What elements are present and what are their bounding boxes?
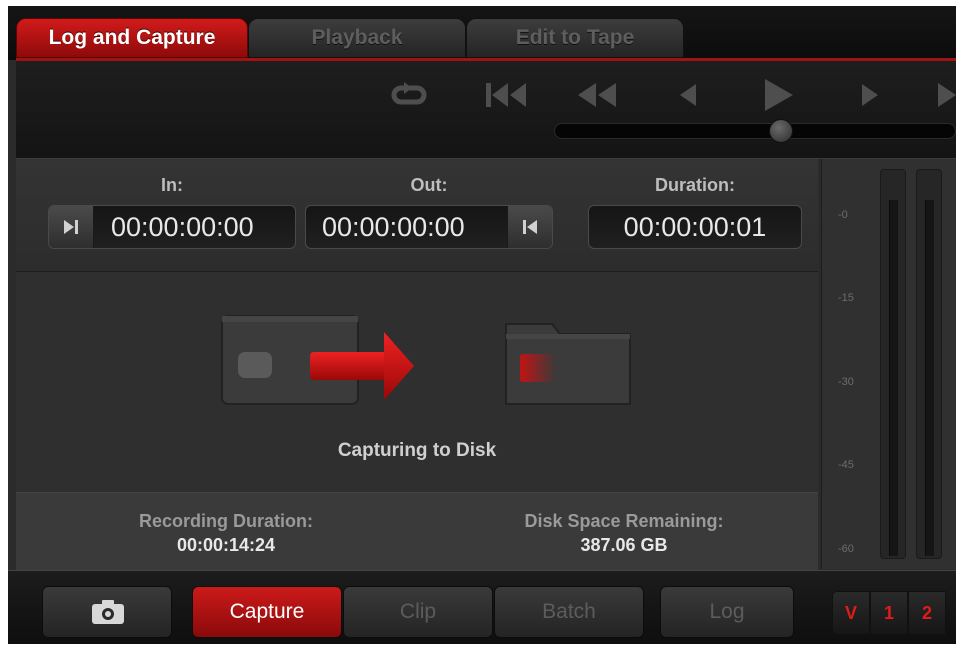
audio-meters: -0 -15 -30 -45 -60 — [821, 159, 956, 569]
jump-to-start-icon[interactable] — [482, 77, 532, 113]
camera-icon — [92, 600, 124, 624]
timecode-section: In: 00:00:00:00 Out: 00:00:00:00 Duratio… — [16, 159, 818, 272]
track-1-toggle[interactable]: 1 — [870, 591, 908, 635]
app-window: Log and Capture Playback Edit to Tape In… — [8, 6, 956, 644]
track-2-toggle[interactable]: 2 — [908, 591, 946, 635]
meter-scale-45: -45 — [838, 459, 854, 471]
meter-scale-30: -30 — [838, 376, 854, 388]
tab-log-and-capture[interactable]: Log and Capture — [16, 18, 248, 58]
tab-bar: Log and Capture Playback Edit to Tape — [8, 6, 956, 60]
in-timecode-field[interactable]: 00:00:00:00 — [48, 205, 296, 249]
bottom-toolbar: Capture Clip Batch Log V 1 2 — [8, 570, 956, 644]
scrub-bar[interactable] — [554, 119, 956, 143]
in-timecode-value: 00:00:00:00 — [111, 212, 254, 242]
disk-space-label: Disk Space Remaining: — [524, 511, 724, 531]
play-icon[interactable] — [756, 77, 800, 113]
mark-in-icon — [64, 220, 78, 234]
meter-scale-60: -60 — [838, 543, 854, 555]
meter-scale-15: -15 — [838, 292, 854, 304]
capture-panel: In: 00:00:00:00 Out: 00:00:00:00 Duratio… — [16, 159, 818, 570]
disk-space-value: 387.06 GB — [580, 535, 668, 555]
meter-track — [925, 200, 934, 556]
fast-forward-icon[interactable] — [934, 77, 956, 113]
capture-visual: Capturing to Disk — [16, 272, 818, 492]
in-label: In: — [161, 175, 183, 195]
out-timecode-field[interactable]: 00:00:00:00 — [305, 205, 553, 249]
out-label: Out: — [410, 175, 448, 195]
capture-button[interactable]: Capture — [192, 586, 342, 638]
meter-track — [889, 200, 898, 556]
set-in-point-button[interactable] — [49, 206, 94, 248]
mark-out-icon — [523, 220, 537, 234]
clip-button[interactable]: Clip — [343, 586, 493, 638]
audio-meter-channel-2 — [916, 169, 942, 559]
duration-label: Duration: — [655, 175, 735, 195]
duration-value: 00:00:00:01 — [623, 212, 767, 242]
step-forward-icon[interactable] — [852, 77, 888, 113]
recording-duration-label: Recording Duration: — [139, 511, 313, 531]
capture-stats: Recording Duration: 00:00:14:24 Disk Spa… — [16, 492, 818, 570]
set-out-point-button[interactable] — [507, 206, 552, 248]
rewind-icon[interactable] — [572, 77, 622, 113]
meter-scale-0: -0 — [838, 209, 848, 221]
loop-icon[interactable] — [388, 77, 432, 113]
folder-icon — [505, 323, 631, 405]
scrub-handle[interactable] — [769, 119, 793, 143]
tab-playback[interactable]: Playback — [248, 18, 466, 58]
snapshot-button[interactable] — [42, 586, 172, 638]
audio-meter-channel-1 — [880, 169, 906, 559]
transport-controls — [16, 61, 956, 159]
recording-duration-value: 00:00:14:24 — [176, 535, 276, 555]
capture-to-disk-graphic — [221, 315, 631, 405]
out-timecode-value: 00:00:00:00 — [322, 212, 465, 242]
step-back-icon[interactable] — [670, 77, 706, 113]
duration-field: 00:00:00:01 — [588, 205, 802, 249]
track-v-toggle[interactable]: V — [832, 591, 870, 635]
tab-edit-to-tape[interactable]: Edit to Tape — [466, 18, 684, 58]
batch-button[interactable]: Batch — [494, 586, 644, 638]
capture-status-text: Capturing to Disk — [337, 440, 497, 461]
log-button[interactable]: Log — [660, 586, 794, 638]
